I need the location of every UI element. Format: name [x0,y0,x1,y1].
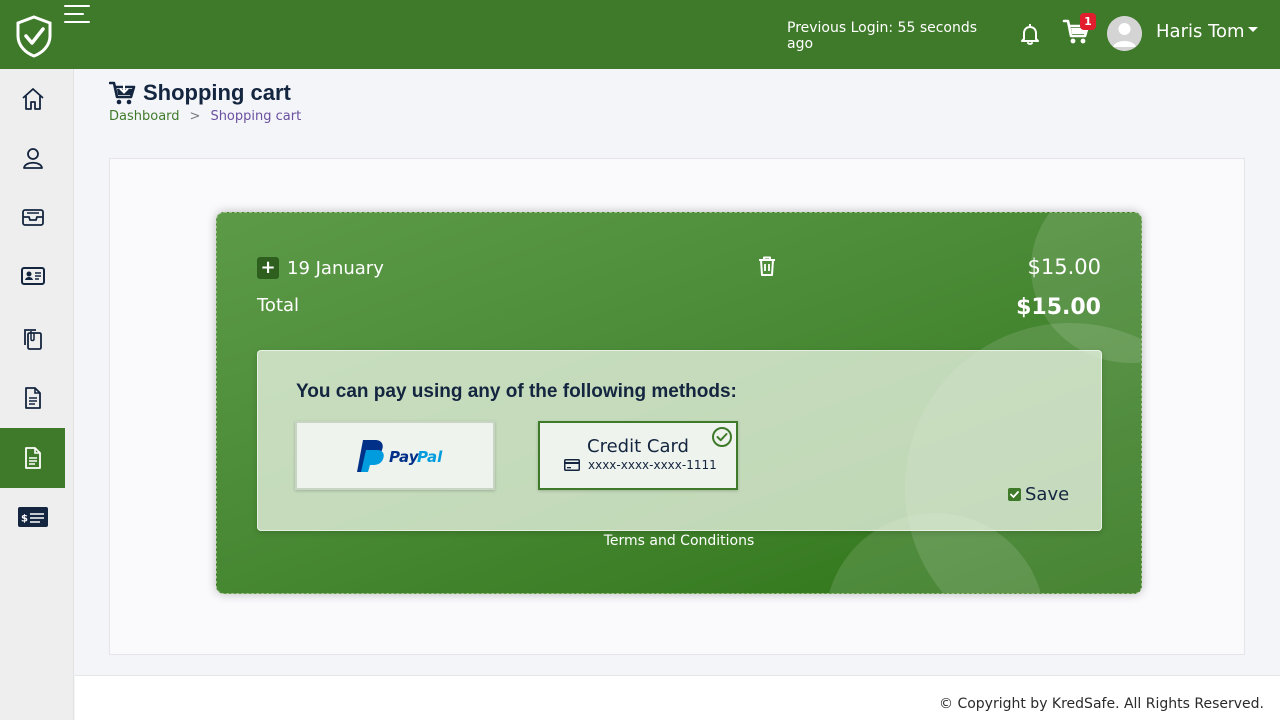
save-checkbox[interactable]: Save [1008,484,1069,505]
sidebar-item-document[interactable] [0,368,65,428]
cart-count-badge: 1 [1080,13,1096,30]
sidebar-item-documents[interactable] [0,309,65,369]
payment-methods-box: You can pay using any of the following m… [257,350,1102,531]
sidebar-item-shopping-cart[interactable] [0,428,65,488]
inbox-tray-icon [21,209,44,226]
user-avatar-icon [1107,16,1142,51]
id-card-icon [20,267,45,285]
breadcrumb: Dashboard > Shopping cart [109,109,301,124]
menu-toggle-icon[interactable] [64,5,92,27]
page-title-text: Shopping cart [143,80,291,105]
previous-login-text: Previous Login: 55 seconds ago [787,20,978,52]
user-name-dropdown[interactable]: Haris Tom [1156,21,1245,42]
footer: © Copyright by KredSafe. All Rights Rese… [75,675,1280,720]
bell-icon[interactable] [1018,22,1042,46]
total-value: $15.00 [1016,295,1101,320]
save-label: Save [1025,484,1070,505]
breadcrumb-dashboard-link[interactable]: Dashboard [109,109,180,124]
top-bar: Previous Login: 55 seconds ago 1 Haris T… [0,0,1280,69]
svg-text:Pal: Pal [417,448,443,466]
credit-card-title: Credit Card [587,436,689,457]
cart-download-icon [109,81,136,105]
svg-text:Pay: Pay [389,448,420,466]
total-label: Total [257,295,300,316]
copyright-text: © Copyright by KredSafe. All Rights Rese… [939,696,1264,712]
paypal-option[interactable]: Pay Pal [295,421,495,490]
document-active-icon [24,447,41,469]
credit-card-icon [564,459,580,471]
cart-card: + 19 January $15.00 Total $15.00 You can… [216,212,1142,594]
documents-clip-icon [23,329,42,350]
terms-link[interactable]: Terms and Conditions [217,533,1141,549]
credit-card-option[interactable]: Credit Card xxxx-xxxx-xxxx-1111 [538,421,738,490]
sidebar-item-payments[interactable]: $ [0,487,65,547]
sidebar: $ [0,69,74,720]
home-icon [21,88,44,110]
credit-card-number: xxxx-xxxx-xxxx-1111 [564,458,717,472]
trash-icon[interactable] [757,255,777,277]
check-circle-icon [712,427,732,447]
avatar[interactable] [1107,16,1142,51]
checkbox-checked-icon [1008,488,1021,501]
sidebar-item-home[interactable] [0,69,65,129]
paypal-logo-icon: Pay Pal [357,440,443,472]
cart-item-row: + 19 January [257,257,384,279]
svg-text:$: $ [21,514,28,525]
document-icon [24,387,41,409]
sidebar-item-profile[interactable] [0,128,65,188]
shield-check-logo-icon[interactable] [14,14,54,58]
card-number-text: xxxx-xxxx-xxxx-1111 [588,458,717,472]
chevron-down-icon[interactable] [1248,27,1258,32]
expand-item-button[interactable]: + [257,257,279,279]
breadcrumb-separator: > [189,109,201,124]
sidebar-item-inbox[interactable] [0,187,65,247]
page-title: Shopping cart [109,79,291,107]
payment-methods-title: You can pay using any of the following m… [296,381,737,402]
item-price: $15.00 [1027,255,1101,279]
sidebar-item-id-card[interactable] [0,246,65,306]
item-label: 19 January [287,257,384,279]
payment-card-icon: $ [17,507,48,527]
user-icon [22,148,43,169]
breadcrumb-current: Shopping cart [210,109,302,124]
